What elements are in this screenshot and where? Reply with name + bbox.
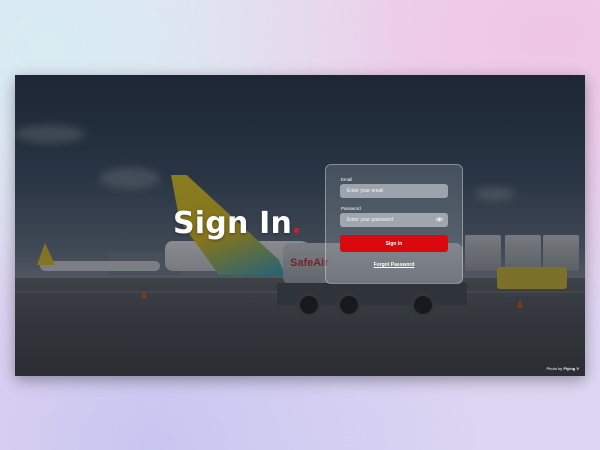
photo-credit: Photo by Flying V bbox=[547, 366, 579, 371]
accent-dot bbox=[294, 228, 300, 233]
page-title: Sign In bbox=[173, 206, 300, 241]
email-field-wrapper bbox=[340, 184, 448, 198]
dark-overlay bbox=[15, 75, 585, 376]
page-title-text: Sign In bbox=[173, 206, 293, 241]
login-card: Email Password Sign In Forgot Password bbox=[325, 164, 463, 284]
password-input[interactable] bbox=[347, 213, 441, 227]
eye-icon[interactable] bbox=[436, 217, 443, 222]
email-label: Email bbox=[341, 177, 353, 182]
email-input[interactable] bbox=[347, 184, 441, 198]
photo-credit-prefix: Photo by bbox=[546, 366, 563, 371]
password-field-wrapper bbox=[340, 213, 448, 227]
password-label: Password bbox=[341, 206, 361, 211]
sign-in-button[interactable]: Sign In bbox=[340, 235, 448, 252]
photo-credit-author[interactable]: Flying V bbox=[563, 366, 579, 371]
app-screen: SafeAir Sign In Email Password Sign In F… bbox=[15, 75, 585, 376]
forgot-password-link[interactable]: Forgot Password bbox=[340, 262, 448, 268]
